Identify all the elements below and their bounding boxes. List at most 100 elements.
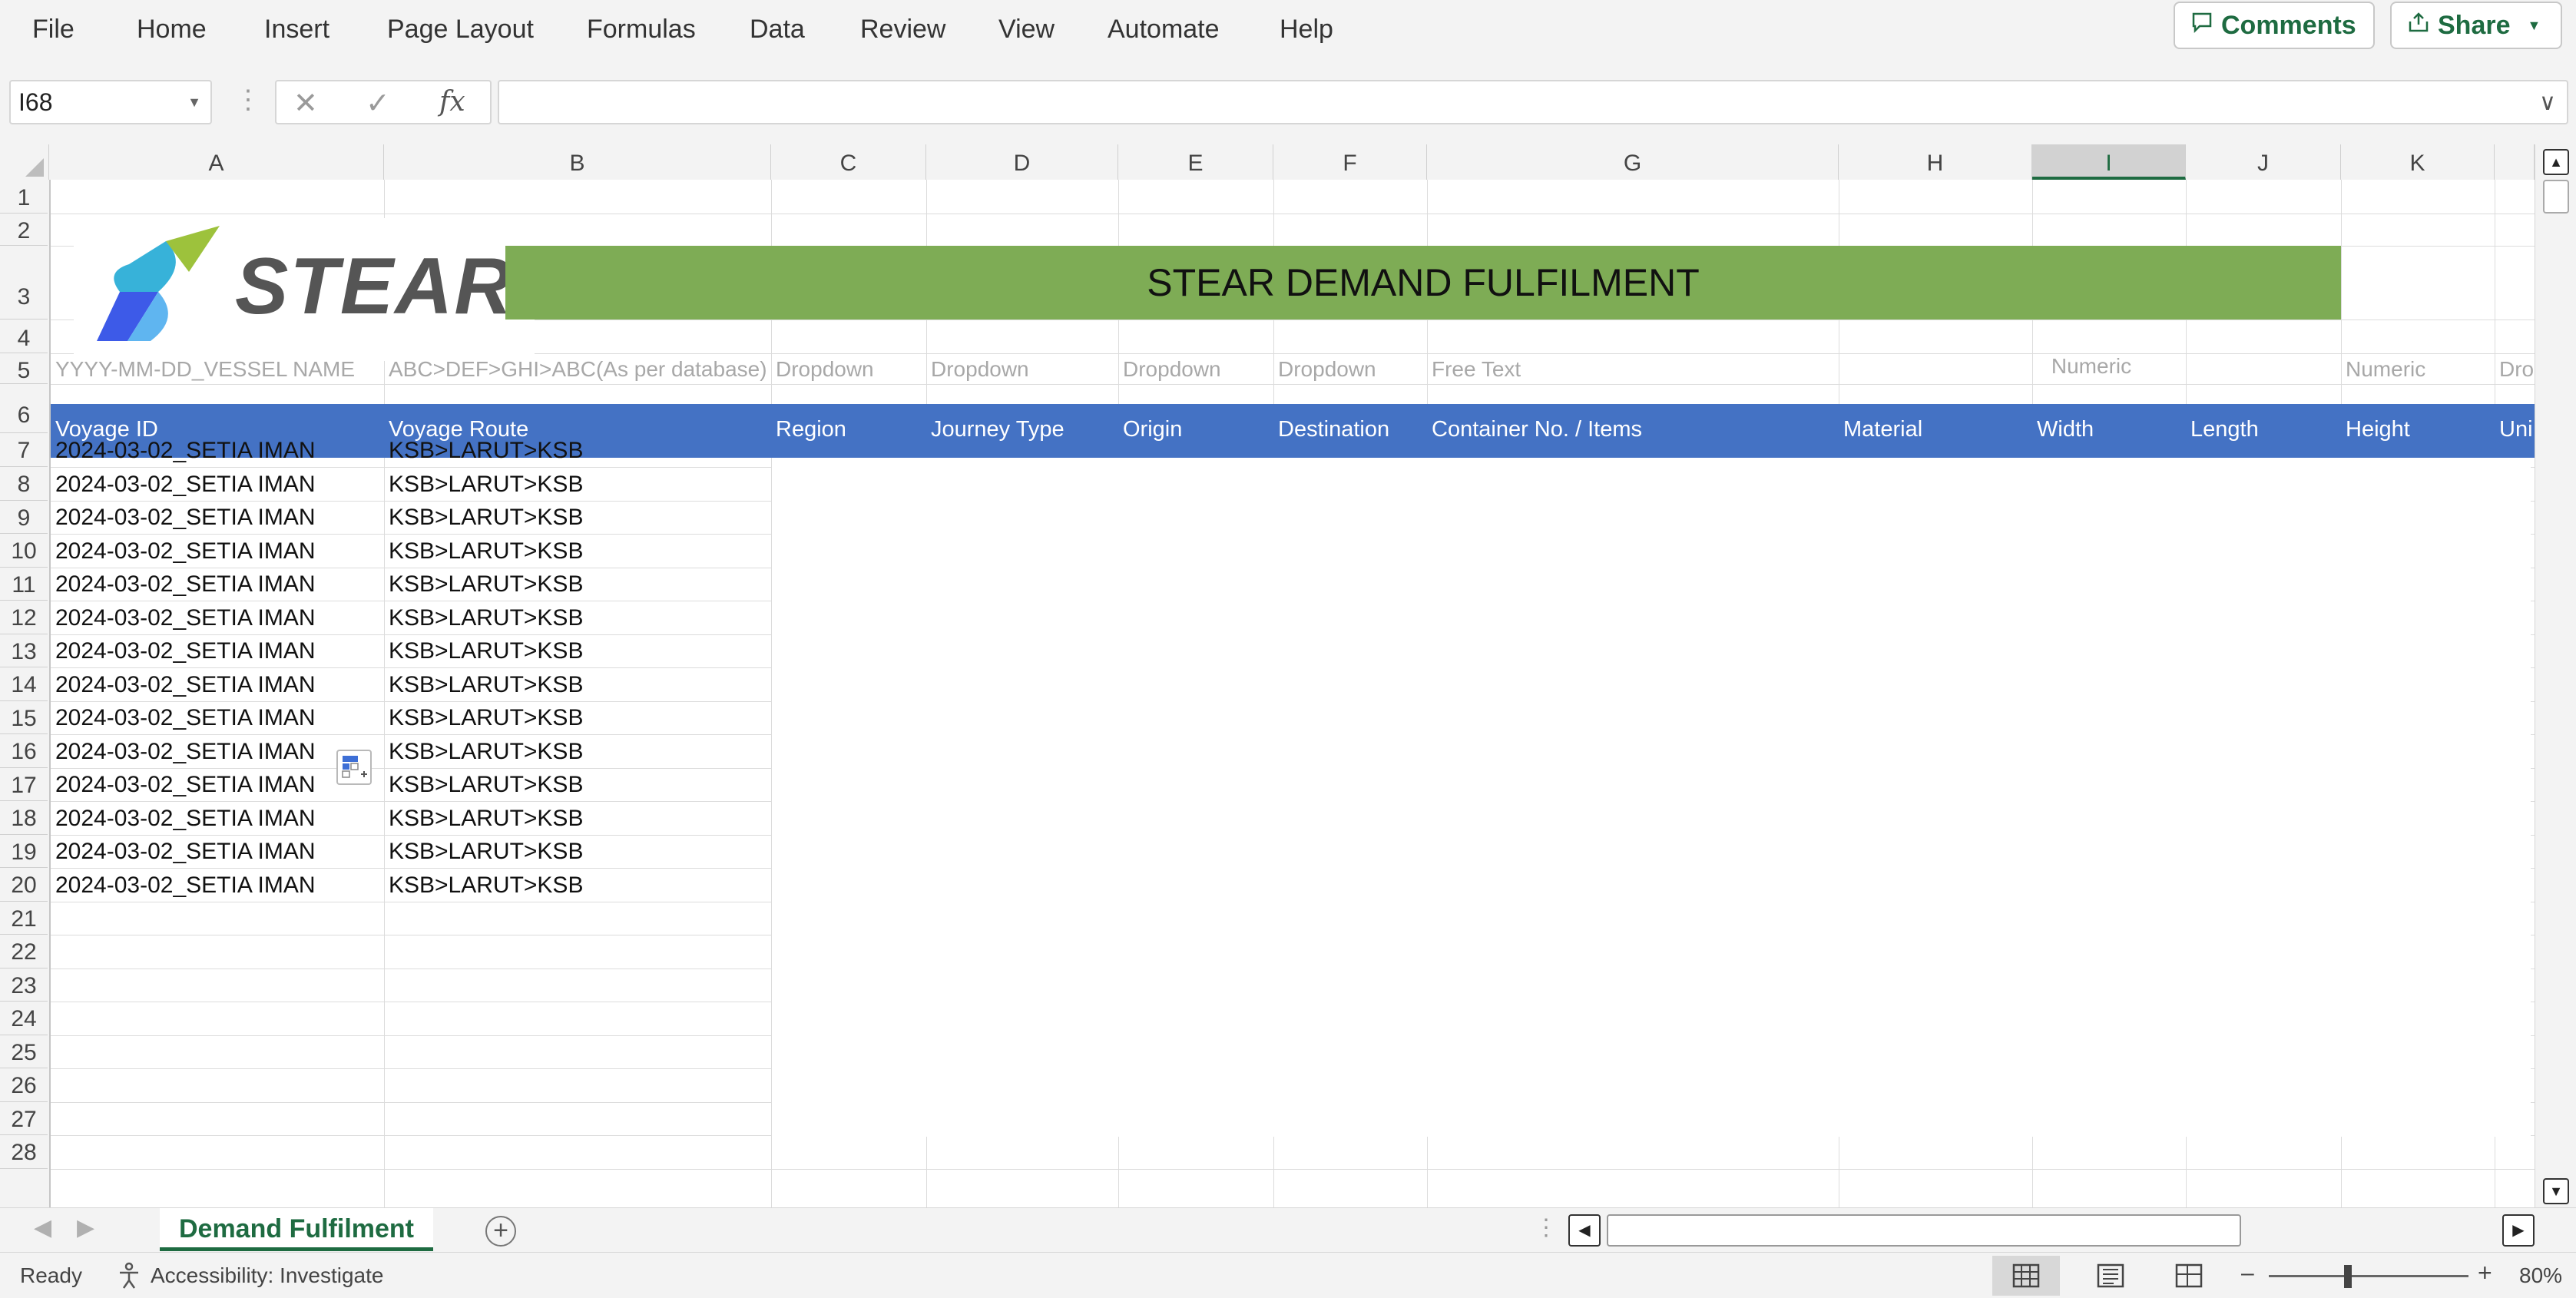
menu-review[interactable]: Review (856, 9, 950, 49)
scroll-up-icon[interactable]: ▲ (2543, 149, 2569, 175)
cell-e5-hint[interactable]: Dropdown (1118, 353, 1273, 384)
insert-function-icon[interactable]: fx (439, 86, 465, 118)
row-header[interactable]: 20 (0, 868, 48, 902)
row-header[interactable]: 4 (0, 320, 48, 353)
accessibility-status[interactable]: Accessibility: Investigate (151, 1263, 383, 1288)
cell-g5-hint[interactable]: Free Text (1427, 353, 1839, 384)
cell-grid[interactable]: STEAR STEAR DEMAND FULFILMENT YYYY-MM-DD… (51, 180, 2535, 1207)
menu-file[interactable]: File (28, 9, 79, 49)
cell-d5-hint[interactable]: Dropdown (926, 353, 1118, 384)
scroll-right-icon[interactable]: ▶ (2502, 1214, 2535, 1247)
column-header-d[interactable]: D (926, 144, 1118, 180)
row-header[interactable]: 8 (0, 467, 48, 501)
cell-voyage-route[interactable]: KSB>LARUT>KSB (384, 502, 771, 534)
header-length[interactable]: Length (2186, 413, 2341, 445)
column-header-a[interactable]: A (49, 144, 384, 180)
cell-voyage-id[interactable]: 2024-03-02_SETIA IMAN (51, 535, 384, 568)
menu-page-layout[interactable]: Page Layout (382, 9, 538, 49)
more-options-icon[interactable]: ⋮ (235, 84, 261, 115)
cell-voyage-id[interactable]: 2024-03-02_SETIA IMAN (51, 469, 384, 501)
cell-voyage-route[interactable]: KSB>LARUT>KSB (384, 769, 771, 801)
vertical-scroll-thumb[interactable] (2543, 180, 2569, 214)
menu-data[interactable]: Data (745, 9, 810, 49)
cell-voyage-id[interactable]: 2024-03-02_SETIA IMAN (51, 635, 384, 667)
cell-voyage-id[interactable]: 2024-03-02_SETIA IMAN (51, 502, 384, 534)
add-sheet-icon[interactable]: + (485, 1216, 516, 1247)
row-header[interactable]: 12 (0, 601, 48, 634)
formula-input[interactable]: ∨ (498, 80, 2568, 124)
column-header-g[interactable]: G (1427, 144, 1839, 180)
column-header-c[interactable]: C (771, 144, 926, 180)
chevron-down-icon[interactable]: ∨ (2539, 89, 2556, 116)
cell-voyage-route[interactable]: KSB>LARUT>KSB (384, 869, 771, 902)
cell-voyage-route[interactable]: KSB>LARUT>KSB (384, 469, 771, 501)
row-header[interactable]: 14 (0, 667, 48, 701)
menu-help[interactable]: Help (1275, 9, 1338, 49)
header-height[interactable]: Height (2341, 413, 2495, 445)
row-header[interactable]: 7 (0, 433, 48, 467)
column-header-e[interactable]: E (1118, 144, 1273, 180)
row-header[interactable]: 18 (0, 801, 48, 835)
split-handle-icon[interactable]: ⋮ (1535, 1214, 1558, 1241)
cell-voyage-id[interactable]: 2024-03-02_SETIA IMAN (51, 702, 384, 734)
header-container-no[interactable]: Container No. / Items (1427, 413, 1839, 445)
menu-formulas[interactable]: Formulas (582, 9, 700, 49)
row-header[interactable]: 28 (0, 1135, 48, 1169)
cell-voyage-route[interactable]: KSB>LARUT>KSB (384, 669, 771, 701)
cell-voyage-route[interactable]: KSB>LARUT>KSB (384, 803, 771, 835)
row-header[interactable]: 25 (0, 1035, 48, 1068)
cell-voyage-route[interactable]: KSB>LARUT>KSB (384, 736, 771, 768)
menu-automate[interactable]: Automate (1103, 9, 1224, 49)
column-header-f[interactable]: F (1273, 144, 1427, 180)
chevron-down-icon[interactable]: ▼ (187, 81, 201, 123)
name-box[interactable]: I68 ▼ (9, 80, 212, 124)
page-break-view-button[interactable] (2155, 1256, 2223, 1296)
row-header[interactable]: 5 (0, 353, 48, 384)
scroll-down-icon[interactable]: ▼ (2543, 1178, 2569, 1204)
cell-voyage-id[interactable]: 2024-03-02_SETIA IMAN (51, 769, 384, 801)
zoom-in-icon[interactable]: + (2478, 1259, 2492, 1287)
column-header-h[interactable]: H (1839, 144, 2032, 180)
column-header-i[interactable]: I (2032, 144, 2186, 180)
cell-a5-hint[interactable]: YYYY-MM-DD_VESSEL NAME (51, 353, 384, 384)
cell-voyage-route[interactable]: KSB>LARUT>KSB (384, 635, 771, 667)
row-header[interactable]: 15 (0, 701, 48, 734)
horizontal-scrollbar[interactable]: ◀ ▶ (1568, 1214, 2538, 1248)
chevron-down-icon[interactable]: ▼ (2528, 18, 2541, 34)
autofill-options-icon[interactable] (336, 750, 372, 785)
cell-voyage-id[interactable]: 2024-03-02_SETIA IMAN (51, 669, 384, 701)
cell-voyage-id[interactable]: 2024-03-02_SETIA IMAN (51, 869, 384, 902)
cell-l5-hint[interactable]: Dro (2495, 353, 2535, 384)
cell-voyage-id[interactable]: 2024-03-02_SETIA IMAN (51, 836, 384, 868)
cell-voyage-route[interactable]: KSB>LARUT>KSB (384, 435, 771, 467)
header-unit-partial[interactable]: Uni (2495, 413, 2535, 445)
cell-voyage-id[interactable]: 2024-03-02_SETIA IMAN (51, 568, 384, 601)
menu-home[interactable]: Home (132, 9, 211, 49)
cell-voyage-route[interactable]: KSB>LARUT>KSB (384, 602, 771, 634)
cell-voyage-id[interactable]: 2024-03-02_SETIA IMAN (51, 602, 384, 634)
row-header[interactable]: 3 (0, 246, 48, 320)
zoom-level[interactable]: 80% (2519, 1263, 2562, 1288)
cell-hij5-hint[interactable]: Numeric (1839, 350, 2339, 381)
zoom-slider[interactable] (2269, 1275, 2468, 1277)
row-header[interactable]: 21 (0, 902, 48, 935)
row-header[interactable]: 13 (0, 634, 48, 667)
header-material[interactable]: Material (1839, 413, 2032, 445)
row-header[interactable]: 19 (0, 835, 48, 868)
page-layout-view-button[interactable] (2077, 1256, 2144, 1296)
cell-voyage-id[interactable]: 2024-03-02_SETIA IMAN (51, 435, 384, 467)
cell-voyage-id[interactable]: 2024-03-02_SETIA IMAN (51, 803, 384, 835)
header-region[interactable]: Region (771, 413, 926, 445)
cell-c5-hint[interactable]: Dropdown (771, 353, 926, 384)
row-header[interactable]: 22 (0, 935, 48, 969)
row-header[interactable]: 2 (0, 214, 48, 246)
row-header[interactable]: 27 (0, 1102, 48, 1135)
column-header-partial[interactable] (2495, 144, 2535, 180)
cell-k5-hint[interactable]: Numeric (2341, 353, 2495, 384)
zoom-slider-thumb[interactable] (2344, 1265, 2352, 1288)
tab-scroll-left-icon[interactable]: ◀ (34, 1214, 51, 1241)
row-header[interactable]: 17 (0, 768, 48, 801)
row-header[interactable]: 9 (0, 501, 48, 534)
cancel-icon[interactable]: ✕ (293, 86, 318, 121)
cell-voyage-id[interactable]: 2024-03-02_SETIA IMAN (51, 736, 384, 768)
